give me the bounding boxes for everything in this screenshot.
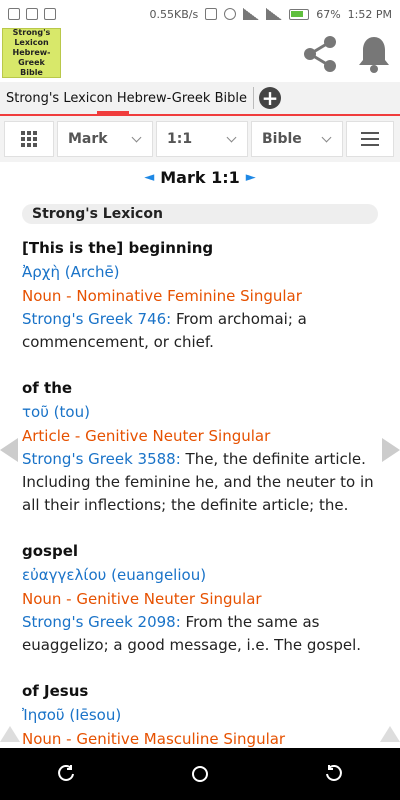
nav-toolbar: Mark 1:1 Bible: [0, 116, 400, 162]
lexicon-entry: of the τοῦ (tou) Article - Genitive Neut…: [22, 376, 380, 517]
strongs-link[interactable]: Strong's Greek 2098:: [22, 613, 181, 631]
greek-word[interactable]: Ἰησοῦ (Iēsou): [22, 703, 380, 727]
tab-bar: Strong's Lexicon Hebrew-Greek Bible +: [0, 82, 400, 116]
chevron-down-icon: [132, 134, 142, 144]
notification-icon: [8, 8, 20, 20]
transliteration: (euangeliou): [111, 566, 207, 584]
english-word: [This is the] beginning: [22, 239, 214, 257]
english-word: gospel: [22, 542, 79, 560]
definition-text: From archomai; a: [171, 310, 307, 328]
greek-word[interactable]: τοῦ (tou): [22, 400, 380, 424]
tab-strongs-lexicon[interactable]: Strong's Lexicon Hebrew-Greek Bible: [0, 91, 247, 106]
next-verse-arrow-icon[interactable]: ►: [246, 170, 256, 185]
version-select-value: Bible: [262, 131, 302, 147]
grid-menu-button[interactable]: [4, 121, 54, 157]
definition: Strong's Greek 746: From archomai; a: [22, 308, 380, 331]
system-nav-bar: [0, 748, 400, 800]
menu-line: [361, 144, 379, 146]
signal-icon-2: [266, 8, 283, 20]
back-icon[interactable]: [323, 764, 343, 784]
definition: Strong's Greek 2098: From the same as: [22, 611, 380, 634]
status-icons-left: [8, 8, 56, 20]
greek-text: Ἀρχὴ: [22, 263, 60, 281]
chevron-down-icon: [227, 134, 237, 144]
network-speed: 0.55KB/s: [149, 7, 199, 21]
next-page-arrow-icon[interactable]: [382, 438, 400, 462]
scroll-up-left-icon[interactable]: [0, 726, 20, 742]
hamburger-menu-button[interactable]: [346, 121, 394, 157]
logo-line: Strong's: [12, 28, 51, 37]
logo-line: Bible: [20, 68, 43, 77]
definition-line: Including the feminine he, and the neute…: [22, 473, 374, 491]
definition-line: euaggelizo; a good message, i.e. The gos…: [22, 636, 362, 654]
app-logo[interactable]: Strong's Lexicon Hebrew-Greek Bible: [2, 28, 61, 78]
bell-icon[interactable]: [355, 34, 393, 74]
alarm-icon: [224, 8, 237, 20]
tab-divider: [252, 87, 254, 109]
parsing: Article - Genitive Neuter Singular: [22, 427, 271, 445]
battery-icon: [289, 8, 310, 20]
transliteration: (Archē): [64, 263, 120, 281]
app-screen: 0.55KB/s 67% 1:52 PM Strong's Lexicon He…: [0, 0, 400, 800]
verse-title: Mark 1:1: [160, 167, 240, 187]
prev-verse-arrow-icon[interactable]: ◄: [144, 170, 154, 185]
parsing: Noun - Genitive Neuter Singular: [22, 590, 262, 608]
english-word: of the: [22, 379, 73, 397]
book-select-value: Mark: [68, 131, 108, 147]
greek-word[interactable]: εὐαγγελίου (euangeliou): [22, 563, 380, 587]
recent-apps-icon[interactable]: [57, 764, 77, 784]
greek-word[interactable]: Ἀρχὴ (Archē): [22, 260, 380, 284]
book-select[interactable]: Mark: [57, 121, 153, 157]
greek-text: εὐαγγελίου: [22, 566, 107, 584]
grid-icon: [21, 131, 37, 147]
menu-line: [361, 138, 379, 140]
definition-line: all their inflections; the definite arti…: [22, 496, 349, 514]
chapter-verse-select[interactable]: 1:1: [156, 121, 248, 157]
lexicon-entry: of Jesus Ἰησοῦ (Iēsou) Noun - Genitive M…: [22, 679, 380, 749]
share-icon[interactable]: [300, 34, 340, 74]
english-word: of Jesus: [22, 682, 89, 700]
definition-text: From the same as: [180, 613, 320, 631]
chevron-down-icon: [322, 134, 332, 144]
lexicon-entry: [This is the] beginning Ἀρχὴ (Archē) Nou…: [22, 236, 380, 354]
logo-line: Lexicon: [14, 38, 49, 47]
parsing: Noun - Nominative Feminine Singular: [22, 287, 302, 305]
definition: Strong's Greek 3588: The, the definite a…: [22, 448, 380, 471]
greek-text: τοῦ: [22, 403, 49, 421]
transliteration: (Iēsou): [69, 706, 122, 724]
scroll-up-right-icon[interactable]: [380, 726, 400, 742]
battery-percent: 67%: [316, 7, 341, 21]
status-icons-right: 0.55KB/s 67% 1:52 PM: [150, 8, 392, 21]
clock: 1:52 PM: [347, 7, 392, 21]
status-bar: 0.55KB/s 67% 1:52 PM: [0, 0, 400, 28]
greek-text: Ἰησοῦ: [22, 706, 65, 724]
version-select[interactable]: Bible: [251, 121, 343, 157]
strongs-link[interactable]: Strong's Greek 3588:: [22, 450, 181, 468]
app-header: Strong's Lexicon Hebrew-Greek Bible: [0, 28, 400, 82]
add-tab-button[interactable]: +: [258, 87, 281, 109]
logo-line: Hebrew-Greek: [12, 48, 51, 67]
signal-icon: [243, 8, 260, 20]
menu-line: [361, 132, 379, 134]
strongs-link[interactable]: Strong's Greek 746:: [22, 310, 171, 328]
definition-text: The, the definite article.: [180, 450, 366, 468]
parsing: Noun - Genitive Masculine Singular: [22, 730, 286, 748]
chapter-verse-value: 1:1: [167, 131, 193, 147]
prev-page-arrow-icon[interactable]: [0, 438, 18, 462]
section-header: Strong's Lexicon: [22, 204, 378, 224]
lock-icon: [44, 8, 56, 20]
lexicon-content: Strong's Lexicon [This is the] beginning…: [22, 204, 380, 749]
verse-nav: ◄ Mark 1:1 ►: [0, 166, 400, 188]
lexicon-entry: gospel εὐαγγελίου (euangeliou) Noun - Ge…: [22, 539, 380, 657]
transliteration: (tou): [53, 403, 90, 421]
definition-line: commencement, or chief.: [22, 333, 214, 351]
image-icon: [26, 8, 38, 20]
home-icon[interactable]: [190, 764, 210, 784]
vibrate-icon: [205, 8, 218, 20]
